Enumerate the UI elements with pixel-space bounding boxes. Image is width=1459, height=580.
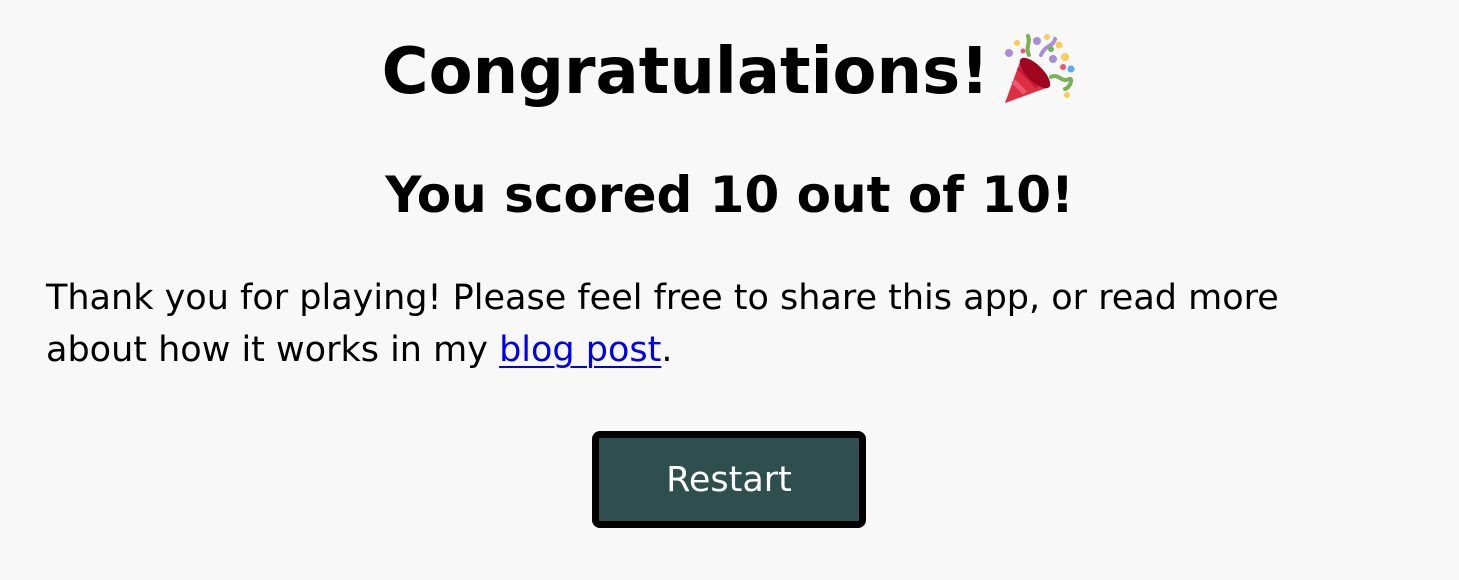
thank-you-message: Thank you for playing! Please feel free … (46, 272, 1386, 376)
results-page: Congratulations! You scored 10 out of 10… (0, 0, 1459, 580)
title-row: Congratulations! (0, 22, 1459, 122)
page-title: Congratulations! (381, 35, 990, 109)
party-popper-icon (1001, 33, 1077, 107)
restart-button[interactable]: Restart (592, 431, 866, 528)
score-text: You scored 10 out of 10! (385, 166, 1074, 224)
message-end: . (661, 330, 673, 370)
blog-post-link[interactable]: blog post (499, 330, 661, 370)
